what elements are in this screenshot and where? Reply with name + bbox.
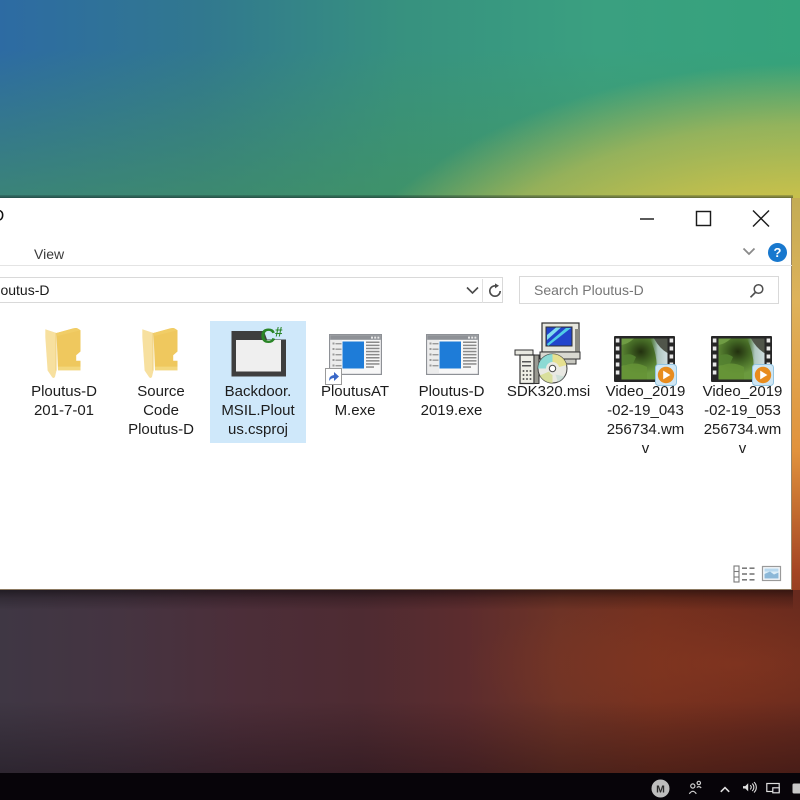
svg-text:#: #: [275, 325, 283, 340]
svg-text:C: C: [260, 325, 275, 348]
svg-text:M: M: [656, 783, 665, 795]
